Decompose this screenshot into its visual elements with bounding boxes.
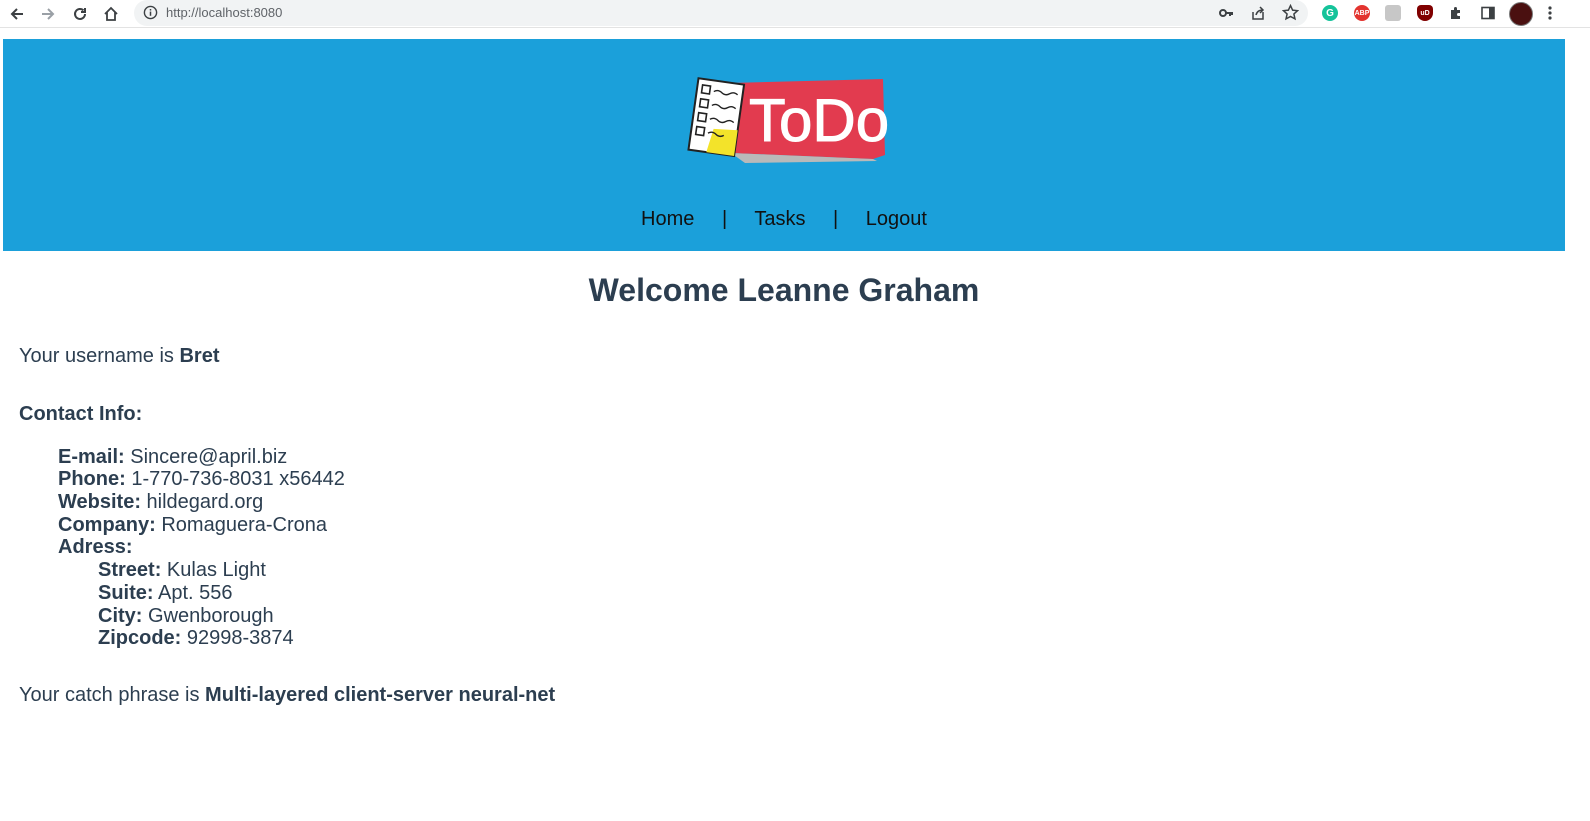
username-prefix: Your username is xyxy=(19,345,180,367)
ublock-icon[interactable]: uD xyxy=(1417,5,1433,21)
home-icon[interactable] xyxy=(99,2,123,26)
address-field-label: Zipcode: xyxy=(98,627,182,649)
username-line: Your username is Bret xyxy=(19,345,219,368)
contact-label: Website: xyxy=(58,491,141,513)
url-text: http://localhost:8080 xyxy=(166,5,283,20)
address-street: Street: Kulas Light xyxy=(98,559,266,582)
contact-value: hildegard.org xyxy=(146,491,264,513)
star-icon[interactable] xyxy=(1281,3,1300,26)
key-icon[interactable] xyxy=(1218,5,1234,26)
profile-avatar[interactable] xyxy=(1509,2,1533,26)
address-label: Adress: xyxy=(58,536,133,558)
contact-value: Romaguera-Crona xyxy=(161,514,327,536)
contact-website: Website: hildegard.org xyxy=(58,491,263,514)
extension-icon[interactable] xyxy=(1385,5,1401,21)
address-zipcode: Zipcode: 92998-3874 xyxy=(98,627,294,650)
catch-phrase-value: Multi-layered client-server neural-net xyxy=(205,684,556,706)
back-icon[interactable] xyxy=(5,2,29,26)
catch-phrase-prefix: Your catch phrase is xyxy=(19,684,206,706)
catch-phrase-line: Your catch phrase is Multi-layered clien… xyxy=(19,684,555,707)
contact-label: Company: xyxy=(58,514,156,536)
nav-home-link[interactable]: Home xyxy=(641,208,694,230)
address-field-label: Street: xyxy=(98,559,162,581)
nav-logout-link[interactable]: Logout xyxy=(866,208,927,230)
contact-value: Sincere@april.biz xyxy=(130,446,288,468)
address-field-value: Gwenborough xyxy=(148,605,274,627)
reload-icon[interactable] xyxy=(68,2,92,26)
contact-email: E-mail: Sincere@april.biz xyxy=(58,446,287,469)
logo-text: ToDo xyxy=(749,87,889,154)
site-header: ToDo Home | Tasks | Logout xyxy=(3,39,1565,251)
welcome-heading: Welcome Leanne Graham xyxy=(588,272,980,308)
forward-icon[interactable] xyxy=(36,2,60,26)
nav-tasks-link[interactable]: Tasks xyxy=(754,208,805,230)
contact-phone: Phone: 1-770-736-8031 x56442 xyxy=(58,468,345,491)
address-suite: Suite: Apt. 556 xyxy=(98,582,233,605)
address-field-value: 92998-3874 xyxy=(186,627,294,649)
browser-toolbar: http://localhost:8080 G ABP uD xyxy=(0,0,1590,28)
contact-label: E-mail: xyxy=(58,446,125,468)
address-city: City: Gwenborough xyxy=(98,605,274,628)
main-nav: Home | Tasks | Logout xyxy=(3,208,1565,231)
contact-company: Company: Romaguera-Crona xyxy=(58,514,327,537)
address-bar[interactable]: http://localhost:8080 xyxy=(134,0,1308,26)
share-icon[interactable] xyxy=(1250,5,1266,26)
contact-heading: Contact Info: xyxy=(19,403,143,425)
menu-icon[interactable] xyxy=(1545,5,1555,26)
info-icon[interactable] xyxy=(143,5,158,25)
address-field-label: Suite: xyxy=(98,582,154,604)
nav-separator: | xyxy=(721,208,728,230)
contact-label: Phone: xyxy=(58,468,126,490)
todo-logo[interactable]: ToDo xyxy=(685,77,890,165)
contact-value: 1-770-736-8031 x56442 xyxy=(131,468,345,490)
adblock-icon[interactable]: ABP xyxy=(1354,5,1370,21)
sidepanel-icon[interactable] xyxy=(1480,5,1496,26)
nav-separator: | xyxy=(833,208,839,230)
grammarly-icon[interactable]: G xyxy=(1322,5,1338,21)
puzzle-icon[interactable] xyxy=(1448,5,1464,26)
username-value: Bret xyxy=(179,345,220,367)
address-field-value: Kulas Light xyxy=(166,559,266,581)
address-field-value: Apt. 556 xyxy=(158,582,233,604)
address-field-label: City: xyxy=(98,605,143,627)
